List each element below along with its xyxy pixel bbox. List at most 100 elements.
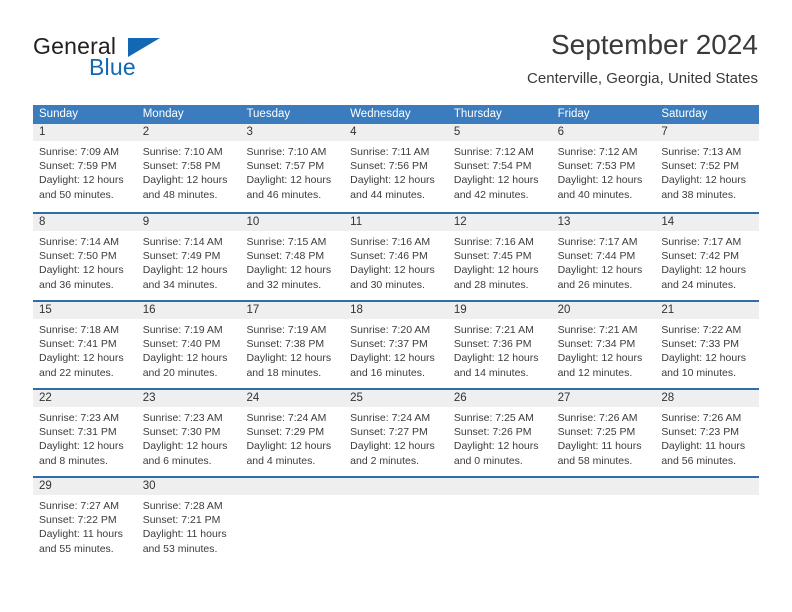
- day-cell[interactable]: 5 Sunrise: 7:12 AM Sunset: 7:54 PM Dayli…: [447, 124, 552, 212]
- day-number: 1: [33, 124, 137, 141]
- sunset-text: Sunset: 7:31 PM: [39, 426, 117, 439]
- day-cell[interactable]: 1 Sunrise: 7:09 AM Sunset: 7:59 PM Dayli…: [33, 124, 137, 212]
- day-number: 18: [344, 302, 448, 319]
- day-cell-empty: [551, 478, 656, 564]
- day-details: Sunrise: 7:23 AM Sunset: 7:31 PM Dayligh…: [33, 407, 137, 468]
- weekday-header-tuesday: Tuesday: [246, 108, 291, 120]
- day-number: 19: [447, 302, 552, 319]
- daylight-text-line1: Daylight: 12 hours: [246, 264, 332, 277]
- brand-logo[interactable]: General Blue: [33, 33, 253, 83]
- day-number: [240, 478, 345, 495]
- day-cell[interactable]: 26 Sunrise: 7:25 AM Sunset: 7:26 PM Dayl…: [447, 390, 552, 476]
- daylight-text-line1: Daylight: 12 hours: [39, 174, 124, 187]
- day-cell[interactable]: 14 Sunrise: 7:17 AM Sunset: 7:42 PM Dayl…: [655, 214, 760, 300]
- sunrise-text: Sunrise: 7:09 AM: [39, 146, 119, 158]
- day-cell[interactable]: 12 Sunrise: 7:16 AM Sunset: 7:45 PM Dayl…: [447, 214, 552, 300]
- daylight-text-line2: and 0 minutes.: [453, 454, 523, 467]
- day-details: Sunrise: 7:21 AM Sunset: 7:34 PM Dayligh…: [552, 319, 656, 380]
- day-number: 3: [240, 124, 345, 141]
- daylight-text-line1: Daylight: 11 hours: [661, 440, 746, 453]
- day-cell[interactable]: 18 Sunrise: 7:20 AM Sunset: 7:37 PM Dayl…: [344, 302, 448, 388]
- weekday-header-friday: Friday: [557, 108, 590, 120]
- sunset-text: Sunset: 7:59 PM: [39, 160, 117, 173]
- day-cell[interactable]: 9 Sunrise: 7:14 AM Sunset: 7:49 PM Dayli…: [136, 214, 241, 300]
- page-header: General Blue September 2024 Centerville,…: [0, 0, 792, 98]
- sunset-text: Sunset: 7:50 PM: [39, 250, 117, 263]
- day-cell[interactable]: 3 Sunrise: 7:10 AM Sunset: 7:57 PM Dayli…: [240, 124, 345, 212]
- day-cell[interactable]: 4 Sunrise: 7:11 AM Sunset: 7:56 PM Dayli…: [344, 124, 448, 212]
- daylight-text-line1: Daylight: 12 hours: [453, 352, 539, 365]
- day-details: Sunrise: 7:26 AM Sunset: 7:23 PM Dayligh…: [655, 407, 759, 468]
- day-cell[interactable]: 19 Sunrise: 7:21 AM Sunset: 7:36 PM Dayl…: [447, 302, 552, 388]
- sunrise-text: Sunrise: 7:24 AM: [246, 412, 327, 424]
- day-details: Sunrise: 7:18 AM Sunset: 7:41 PM Dayligh…: [33, 319, 137, 380]
- daylight-text-line2: and 28 minutes.: [453, 278, 529, 291]
- day-number: 27: [551, 390, 656, 407]
- day-details: Sunrise: 7:14 AM Sunset: 7:49 PM Dayligh…: [137, 231, 241, 292]
- sunrise-text: Sunrise: 7:14 AM: [142, 236, 223, 248]
- day-cell[interactable]: 30 Sunrise: 7:28 AM Sunset: 7:21 PM Dayl…: [136, 478, 241, 564]
- day-number: 2: [136, 124, 241, 141]
- sunrise-text: Sunrise: 7:28 AM: [142, 500, 223, 512]
- sunset-text: Sunset: 7:29 PM: [246, 426, 325, 439]
- sunrise-text: Sunrise: 7:26 AM: [557, 412, 638, 424]
- weekday-header-monday: Monday: [142, 108, 184, 120]
- sunset-text: Sunset: 7:21 PM: [142, 514, 221, 527]
- daylight-text-line2: and 12 minutes.: [557, 366, 633, 379]
- day-number: 10: [240, 214, 345, 231]
- day-cell[interactable]: 2 Sunrise: 7:10 AM Sunset: 7:58 PM Dayli…: [136, 124, 241, 212]
- day-cell[interactable]: 27 Sunrise: 7:26 AM Sunset: 7:25 PM Dayl…: [551, 390, 656, 476]
- day-cell[interactable]: 20 Sunrise: 7:21 AM Sunset: 7:34 PM Dayl…: [551, 302, 656, 388]
- day-details: Sunrise: 7:10 AM Sunset: 7:58 PM Dayligh…: [137, 141, 241, 202]
- daylight-text-line1: Daylight: 12 hours: [453, 264, 539, 277]
- day-number: 7: [655, 124, 760, 141]
- sunset-text: Sunset: 7:45 PM: [453, 250, 532, 263]
- sunrise-text: Sunrise: 7:27 AM: [39, 500, 119, 512]
- sunset-text: Sunset: 7:23 PM: [661, 426, 739, 439]
- day-details: Sunrise: 7:24 AM Sunset: 7:27 PM Dayligh…: [344, 407, 448, 468]
- day-details: Sunrise: 7:20 AM Sunset: 7:37 PM Dayligh…: [344, 319, 448, 380]
- sunrise-text: Sunrise: 7:13 AM: [661, 146, 742, 158]
- sunset-text: Sunset: 7:52 PM: [661, 160, 739, 173]
- day-number: [447, 478, 552, 495]
- day-cell-empty: [240, 478, 345, 564]
- day-cell[interactable]: 28 Sunrise: 7:26 AM Sunset: 7:23 PM Dayl…: [655, 390, 760, 476]
- day-cell[interactable]: 21 Sunrise: 7:22 AM Sunset: 7:33 PM Dayl…: [655, 302, 760, 388]
- sunset-text: Sunset: 7:30 PM: [142, 426, 221, 439]
- day-cell[interactable]: 22 Sunrise: 7:23 AM Sunset: 7:31 PM Dayl…: [33, 390, 137, 476]
- daylight-text-line2: and 20 minutes.: [142, 366, 218, 379]
- day-cell-empty: [447, 478, 552, 564]
- day-details: Sunrise: 7:19 AM Sunset: 7:38 PM Dayligh…: [240, 319, 344, 380]
- day-cell[interactable]: 11 Sunrise: 7:16 AM Sunset: 7:46 PM Dayl…: [344, 214, 448, 300]
- day-cell[interactable]: 7 Sunrise: 7:13 AM Sunset: 7:52 PM Dayli…: [655, 124, 760, 212]
- day-cell[interactable]: 24 Sunrise: 7:24 AM Sunset: 7:29 PM Dayl…: [240, 390, 345, 476]
- day-cell[interactable]: 29 Sunrise: 7:27 AM Sunset: 7:22 PM Dayl…: [33, 478, 137, 564]
- day-cell[interactable]: 17 Sunrise: 7:19 AM Sunset: 7:38 PM Dayl…: [240, 302, 345, 388]
- day-number: [655, 478, 760, 495]
- day-number: 16: [136, 302, 241, 319]
- day-cell[interactable]: 6 Sunrise: 7:12 AM Sunset: 7:53 PM Dayli…: [551, 124, 656, 212]
- day-number: [551, 478, 656, 495]
- day-number: 29: [33, 478, 137, 495]
- day-number: 21: [655, 302, 760, 319]
- daylight-text-line2: and 8 minutes.: [39, 454, 108, 467]
- sunset-text: Sunset: 7:38 PM: [246, 338, 325, 351]
- day-cell[interactable]: 25 Sunrise: 7:24 AM Sunset: 7:27 PM Dayl…: [344, 390, 448, 476]
- day-cell[interactable]: 13 Sunrise: 7:17 AM Sunset: 7:44 PM Dayl…: [551, 214, 656, 300]
- daylight-text-line1: Daylight: 12 hours: [39, 440, 124, 453]
- sunrise-text: Sunrise: 7:20 AM: [350, 324, 431, 336]
- day-details: Sunrise: 7:21 AM Sunset: 7:36 PM Dayligh…: [448, 319, 552, 380]
- day-number: 26: [447, 390, 552, 407]
- sunrise-text: Sunrise: 7:10 AM: [142, 146, 223, 158]
- day-details: Sunrise: 7:16 AM Sunset: 7:45 PM Dayligh…: [448, 231, 552, 292]
- day-cell[interactable]: 23 Sunrise: 7:23 AM Sunset: 7:30 PM Dayl…: [136, 390, 241, 476]
- day-cell[interactable]: 10 Sunrise: 7:15 AM Sunset: 7:48 PM Dayl…: [240, 214, 345, 300]
- day-cell[interactable]: 16 Sunrise: 7:19 AM Sunset: 7:40 PM Dayl…: [136, 302, 241, 388]
- daylight-text-line2: and 50 minutes.: [39, 188, 114, 201]
- week-row: 8 Sunrise: 7:14 AM Sunset: 7:50 PM Dayli…: [33, 212, 760, 300]
- sunset-text: Sunset: 7:53 PM: [557, 160, 636, 173]
- day-cell[interactable]: 15 Sunrise: 7:18 AM Sunset: 7:41 PM Dayl…: [33, 302, 137, 388]
- daylight-text-line2: and 40 minutes.: [557, 188, 633, 201]
- day-cell[interactable]: 8 Sunrise: 7:14 AM Sunset: 7:50 PM Dayli…: [33, 214, 137, 300]
- week-row: 22 Sunrise: 7:23 AM Sunset: 7:31 PM Dayl…: [33, 388, 760, 476]
